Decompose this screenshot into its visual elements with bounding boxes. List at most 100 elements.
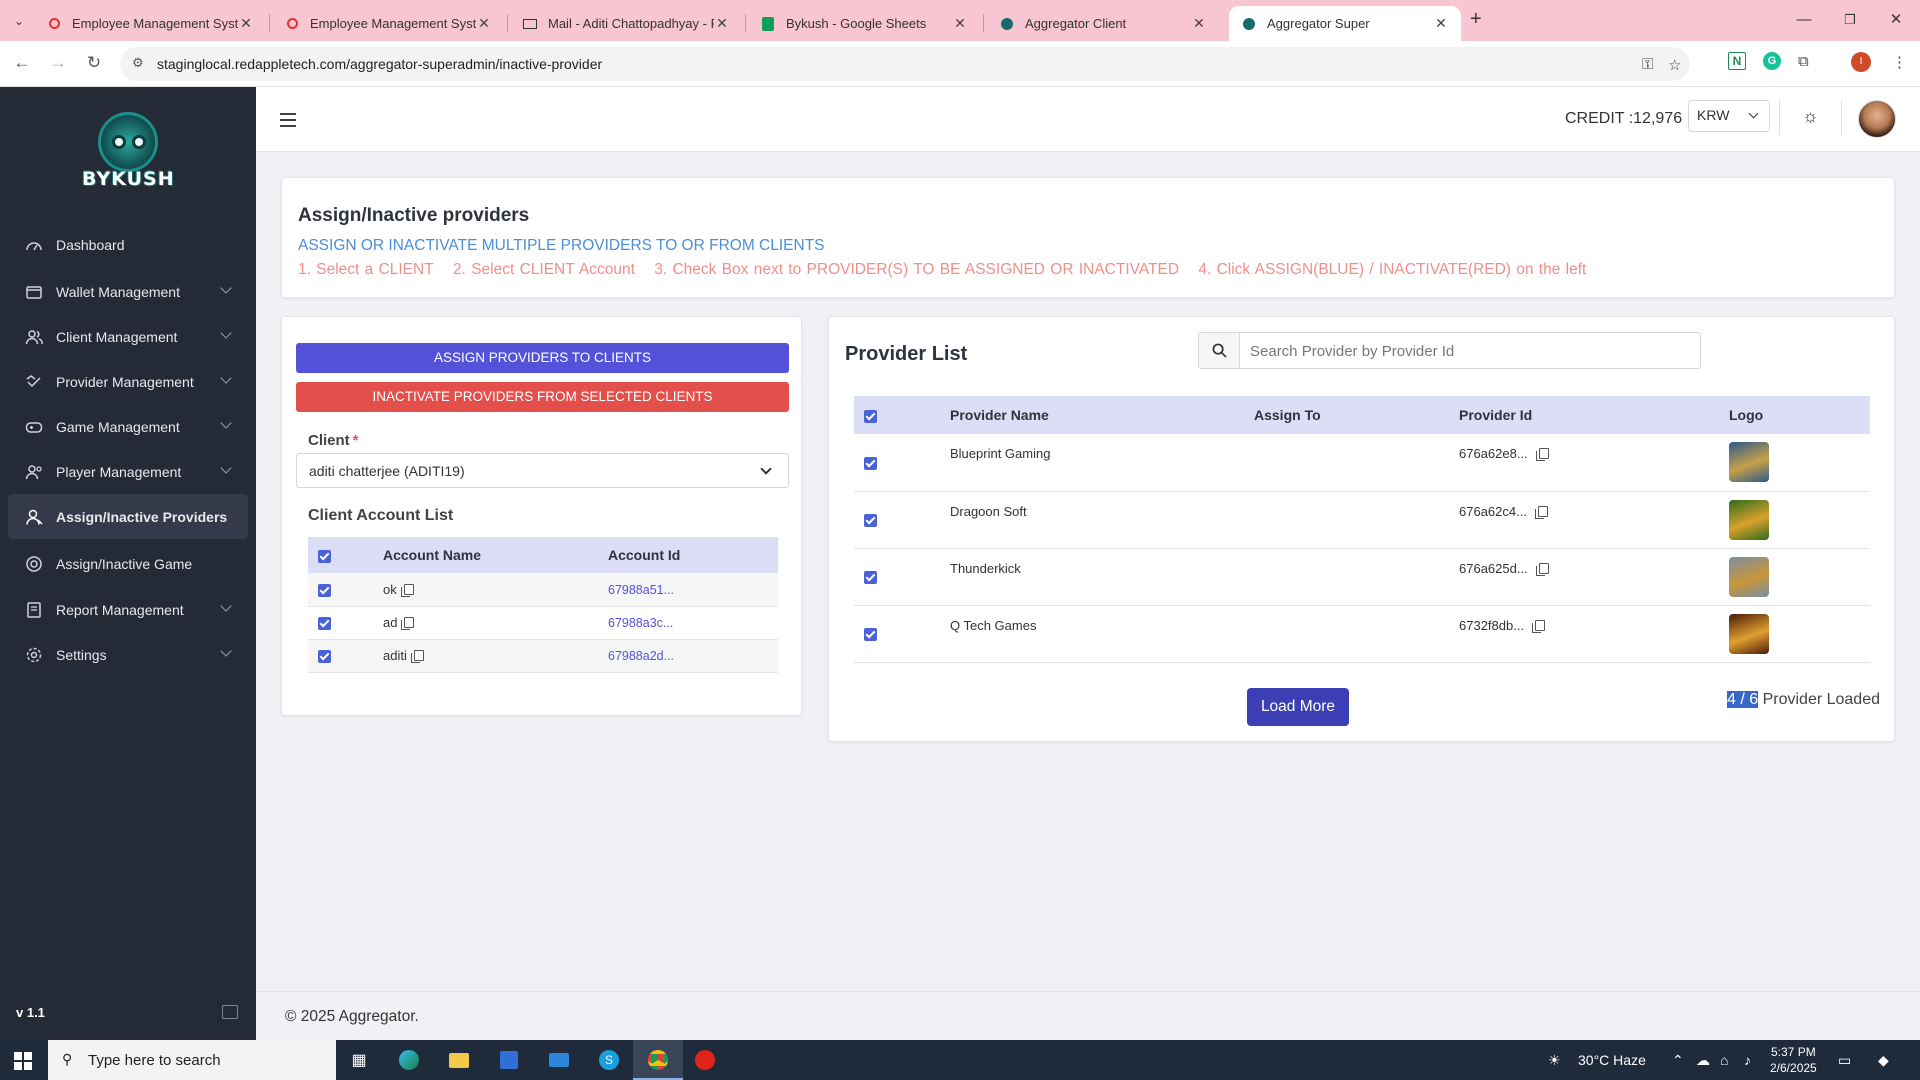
sidebar-item-client-management[interactable]: Client Management: [0, 314, 256, 359]
browser-tab-3[interactable]: Mail - Aditi Chattopadhyay - Pr ✕: [510, 6, 742, 41]
browser-menu-icon[interactable]: ⋮: [1892, 53, 1907, 71]
select-all-providers-checkbox[interactable]: [864, 409, 877, 423]
close-tab-icon[interactable]: ✕: [238, 15, 254, 32]
restore-button[interactable]: ❐: [1830, 6, 1870, 34]
close-window-button[interactable]: ✕: [1876, 6, 1916, 34]
sidebar-item-report-management[interactable]: Report Management: [0, 587, 256, 632]
tab-title: Mail - Aditi Chattopadhyay - Pr: [548, 16, 714, 31]
weather-icon[interactable]: ☀: [1548, 1052, 1561, 1069]
instruction-steps: 1. Select a CLIENT 2. Select CLIENT Acco…: [298, 261, 1600, 279]
url-text[interactable]: staginglocal.redappletech.com/aggregator…: [157, 56, 602, 72]
provider-search-input[interactable]: [1250, 339, 1690, 363]
windows-taskbar: ⚲ Type here to search ▦ S ☀ 30°C Haze ⌃ …: [0, 1040, 1920, 1080]
chevron-down-icon: [220, 372, 232, 384]
sidebar-item-provider-management[interactable]: Provider Management: [0, 359, 256, 404]
hamburger-menu-icon[interactable]: [280, 113, 296, 131]
assign-providers-button[interactable]: ASSIGN PROVIDERS TO CLIENTS: [296, 343, 789, 373]
copy-icon[interactable]: [1535, 448, 1549, 462]
close-tab-icon[interactable]: ✕: [1191, 15, 1207, 32]
edge-icon[interactable]: [396, 1048, 422, 1072]
sidebar-item-player-management[interactable]: Player Management: [0, 449, 256, 494]
password-key-icon[interactable]: ⚿: [1642, 56, 1653, 73]
copy-icon[interactable]: [401, 617, 415, 631]
chrome-icon[interactable]: [645, 1048, 671, 1072]
account-id[interactable]: 67988a3c...: [608, 616, 673, 630]
close-tab-icon[interactable]: ✕: [952, 15, 968, 32]
user-avatar[interactable]: [1858, 100, 1896, 138]
app-red-icon[interactable]: [692, 1048, 718, 1072]
mail-app-icon[interactable]: [546, 1048, 572, 1072]
copy-icon[interactable]: [1532, 619, 1546, 633]
browser-tab-4[interactable]: Bykush - Google Sheets ✕: [748, 6, 980, 41]
tab-search-chevron-icon[interactable]: ⌄: [8, 10, 30, 32]
sidebar-item-settings[interactable]: Settings: [0, 632, 256, 677]
file-explorer-icon[interactable]: [446, 1048, 472, 1072]
provider-checkbox[interactable]: [864, 456, 877, 470]
close-tab-icon[interactable]: ✕: [714, 15, 730, 32]
client-select[interactable]: aditi chatterjee (ADITI19): [296, 453, 789, 488]
browser-tab-1[interactable]: Employee Management System ✕: [34, 6, 266, 41]
network-icon[interactable]: ⌂: [1720, 1052, 1728, 1068]
browser-tab-5[interactable]: Aggregator Client ✕: [987, 6, 1219, 41]
account-id[interactable]: 67988a2d...: [608, 649, 674, 663]
copilot-icon[interactable]: ◆: [1878, 1052, 1889, 1069]
skype-icon[interactable]: S: [596, 1048, 622, 1072]
sidebar-item-dashboard[interactable]: Dashboard: [0, 222, 256, 267]
address-bar-row: ← → ↻ ⚙ staginglocal.redappletech.com/ag…: [0, 41, 1920, 87]
windows-start-icon[interactable]: [14, 1052, 32, 1070]
back-button[interactable]: ←: [10, 53, 34, 73]
currency-select[interactable]: KRW: [1688, 100, 1770, 132]
account-checkbox[interactable]: [318, 583, 331, 597]
notifications-icon[interactable]: ▭: [1838, 1052, 1851, 1069]
extensions-puzzle-icon[interactable]: ⧉: [1798, 53, 1809, 70]
copy-icon[interactable]: [410, 650, 424, 664]
browser-tab-2[interactable]: Employee Management System ✕: [272, 6, 504, 41]
provider-checkbox[interactable]: [864, 628, 877, 642]
minimize-button[interactable]: —: [1784, 6, 1824, 34]
browser-tab-6[interactable]: Aggregator Super ✕: [1229, 6, 1461, 41]
forward-button[interactable]: →: [46, 53, 70, 73]
account-checkbox[interactable]: [318, 617, 331, 631]
theme-toggle-sun-icon[interactable]: ☼: [1802, 106, 1819, 127]
new-tab-button[interactable]: +: [1470, 8, 1482, 31]
provider-checkbox[interactable]: [864, 571, 877, 585]
taskbar-search[interactable]: ⚲ Type here to search: [48, 1040, 336, 1080]
task-view-icon[interactable]: ▦: [346, 1048, 372, 1072]
account-table: Account Name Account Id ok 67988a51... ad 6…: [308, 537, 778, 673]
close-tab-icon[interactable]: ✕: [476, 15, 492, 32]
provider-search: [1198, 332, 1701, 369]
provider-checkbox[interactable]: [864, 514, 877, 528]
volume-icon[interactable]: ♪: [1744, 1052, 1751, 1068]
select-all-accounts-checkbox[interactable]: [318, 549, 331, 563]
extension-n-icon[interactable]: N: [1728, 52, 1746, 70]
inactivate-providers-button[interactable]: INACTIVATE PROVIDERS FROM SELECTED CLIEN…: [296, 382, 789, 412]
sidebar-item-assign-inactive-providers[interactable]: Assign/Inactive Providers: [8, 494, 248, 539]
weather-text[interactable]: 30°C Haze: [1578, 1052, 1646, 1068]
cloud-icon[interactable]: ☁: [1696, 1052, 1710, 1069]
copy-icon[interactable]: [1535, 562, 1549, 576]
sidebar-item-assign-inactive-game[interactable]: Assign/Inactive Game: [0, 541, 256, 586]
collapse-sidebar-icon[interactable]: [222, 1005, 238, 1019]
tab-separator: [983, 14, 984, 32]
account-id[interactable]: 67988a51...: [608, 583, 674, 597]
bookmark-star-icon[interactable]: ☆: [1668, 56, 1681, 74]
reload-button[interactable]: ↻: [82, 53, 106, 73]
owl-logo-icon: [98, 112, 158, 172]
site-info-icon[interactable]: ⚙: [132, 55, 144, 71]
tab-title: Employee Management System: [310, 16, 476, 31]
search-icon[interactable]: [1199, 333, 1240, 368]
taskbar-clock[interactable]: 5:37 PM 2/6/2025: [1770, 1044, 1817, 1076]
load-more-button[interactable]: Load More: [1247, 688, 1349, 726]
close-tab-icon[interactable]: ✕: [1433, 15, 1449, 32]
copy-icon[interactable]: [400, 583, 414, 597]
grammarly-icon[interactable]: G: [1763, 52, 1781, 70]
account-checkbox[interactable]: [318, 650, 331, 664]
store-icon[interactable]: [496, 1048, 522, 1072]
profile-avatar[interactable]: I: [1851, 52, 1871, 72]
provider-name: Blueprint Gaming: [950, 446, 1051, 461]
sidebar-item-game-management[interactable]: Game Management: [0, 404, 256, 449]
sidebar-item-wallet-management[interactable]: Wallet Management: [0, 269, 256, 314]
omnibox[interactable]: ⚙ staginglocal.redappletech.com/aggregat…: [120, 47, 1690, 81]
copy-icon[interactable]: [1534, 505, 1548, 519]
tray-chevron-up-icon[interactable]: ⌃: [1672, 1052, 1684, 1069]
